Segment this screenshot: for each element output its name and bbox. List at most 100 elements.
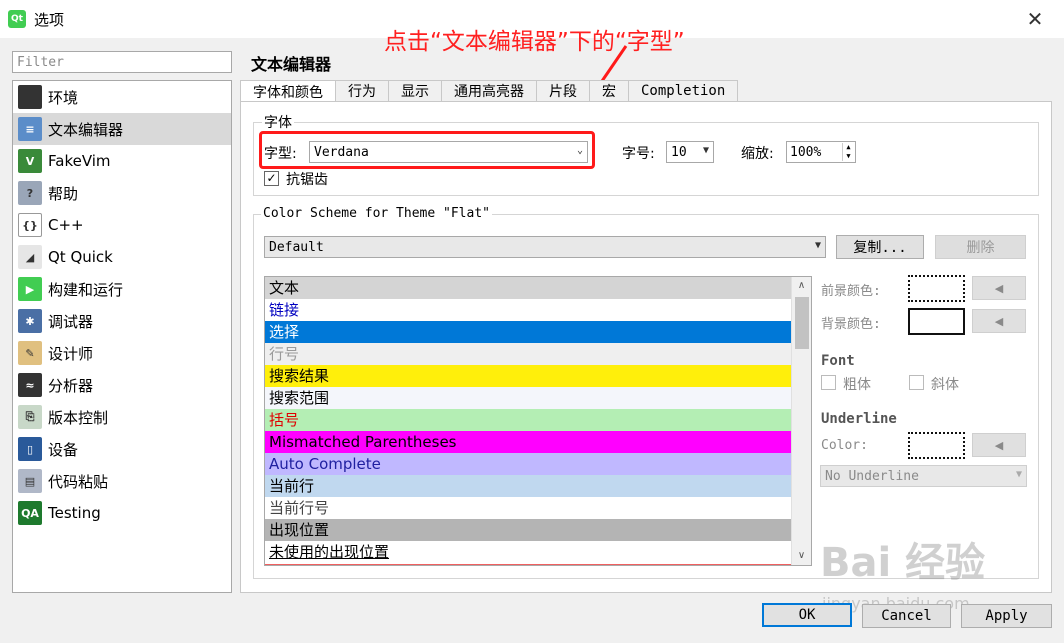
monitor-icon — [18, 85, 42, 109]
tab[interactable]: 字体和颜色 — [240, 80, 336, 103]
underline-heading: Underline — [821, 411, 897, 427]
color-list-item[interactable]: Auto Complete — [265, 453, 791, 475]
color-list-item[interactable]: 链接 — [265, 299, 791, 321]
color-category-list[interactable]: 文本 链接 选择 行号 搜索结果 搜索范围 括号 Mismatched Parentheses… — [264, 276, 812, 566]
foreground-reset-button[interactable]: ◀ — [972, 276, 1026, 300]
font-size-value: 10 — [671, 144, 687, 160]
list-scrollbar[interactable]: ∧ ∨ — [791, 277, 811, 565]
page-title: 文本编辑器 — [251, 55, 332, 74]
fakevim-icon: V — [18, 149, 42, 173]
code-paste-icon: ▤ — [18, 469, 42, 493]
highlight-box — [259, 131, 595, 169]
sidebar-item[interactable]: ✱ 调试器 — [13, 305, 231, 337]
foreground-color-swatch[interactable] — [908, 275, 965, 302]
underline-reset-button[interactable]: ◀ — [972, 433, 1026, 457]
scroll-thumb[interactable] — [795, 297, 809, 349]
zoom-spinbox[interactable]: 100% ▲ ▼ — [786, 141, 856, 163]
font-group-title: 字体 — [262, 112, 294, 132]
sidebar-item[interactable]: ▤ 代码粘贴 — [13, 465, 231, 497]
qt-app-icon: Qt — [8, 10, 26, 28]
underline-style-combo[interactable]: No Underline ▼ — [820, 465, 1027, 487]
category-list: 环境 ≡ 文本编辑器 V FakeVim? 帮助 {} C++ ◢ Qt Quick ▶ 构建和运行 ✱… — [12, 80, 232, 593]
cpp-icon: {} — [18, 213, 42, 237]
bold-label: 粗体 — [843, 377, 871, 393]
sidebar-item[interactable]: {} C++ — [13, 209, 231, 241]
ok-button[interactable]: OK — [762, 603, 852, 627]
filter-input[interactable] — [12, 51, 232, 73]
designer-icon: ✎ — [18, 341, 42, 365]
sidebar-item[interactable]: ◢ Qt Quick — [13, 241, 231, 273]
text-editor-icon: ≡ — [18, 117, 42, 141]
sidebar-item-label: FakeVim — [48, 152, 111, 170]
color-list-item[interactable]: 当前行号 — [265, 497, 791, 519]
qt-quick-icon: ◢ — [18, 245, 42, 269]
zoom-label: 缩放: — [741, 146, 774, 162]
sidebar-item[interactable]: ⎘ 版本控制 — [13, 401, 231, 433]
scroll-up-icon[interactable]: ∧ — [792, 277, 811, 295]
tab[interactable]: 片段 — [537, 80, 590, 102]
color-list-item[interactable]: 选择 — [265, 321, 791, 343]
tab[interactable]: Completion — [629, 80, 739, 102]
font-size-combo[interactable]: 10 ▼ — [666, 141, 714, 163]
sidebar-item-label: 代码粘贴 — [48, 472, 109, 491]
sidebar-item[interactable]: ≡ 文本编辑器 — [13, 113, 231, 145]
sidebar-item-label: 文本编辑器 — [48, 120, 124, 139]
sidebar-item[interactable]: QA Testing — [13, 497, 231, 529]
color-list-item[interactable]: 括号 — [265, 409, 791, 431]
color-list-item[interactable]: 文本 — [265, 277, 791, 299]
italic-label: 斜体 — [931, 377, 959, 393]
color-list-item[interactable]: 搜索结果 — [265, 365, 791, 387]
antialias-checkbox[interactable]: ✓ — [264, 171, 279, 186]
sidebar-item[interactable]: ▯ 设备 — [13, 433, 231, 465]
tab[interactable]: 显示 — [389, 80, 442, 102]
sidebar-item[interactable]: ? 帮助 — [13, 177, 231, 209]
sidebar-item-label: 调试器 — [48, 312, 94, 331]
background-color-swatch[interactable] — [908, 308, 965, 335]
sidebar-item-label: 设备 — [48, 440, 79, 459]
bold-checkbox[interactable] — [821, 375, 836, 390]
copy-scheme-button[interactable]: 复制... — [836, 235, 924, 259]
scroll-down-icon[interactable]: ∨ — [792, 547, 811, 565]
font-heading: Font — [821, 353, 855, 369]
underline-style-value: No Underline — [825, 468, 919, 484]
color-list-item[interactable]: 出现位置 — [265, 519, 791, 541]
tab-bar: 字体和颜色 行为 显示 通用高亮器 片段宏 Completion — [240, 80, 739, 103]
sidebar-item-label: Qt Quick — [48, 248, 113, 266]
italic-checkbox[interactable] — [909, 375, 924, 390]
close-icon[interactable]: ✕ — [1024, 8, 1046, 30]
color-list-item[interactable]: Mismatched Parentheses — [265, 431, 791, 453]
sidebar-item[interactable]: ▶ 构建和运行 — [13, 273, 231, 305]
sidebar-item-label: C++ — [48, 216, 84, 234]
color-scheme-title: Color Scheme for Theme "Flat" — [261, 206, 492, 221]
baidu-watermark: Bai 经验 — [820, 540, 986, 586]
tab[interactable]: 宏 — [590, 80, 629, 102]
sidebar-item[interactable]: V FakeVim — [13, 145, 231, 177]
underline-color-swatch[interactable] — [908, 432, 965, 459]
foreground-color-label: 前景颜色: — [821, 284, 881, 299]
color-list-item[interactable]: 未使用的出现位置 — [265, 541, 791, 563]
background-reset-button[interactable]: ◀ — [972, 309, 1026, 333]
dropdown-triangle-icon: ▼ — [702, 145, 709, 156]
spin-arrows-icon[interactable]: ▲ ▼ — [842, 143, 854, 161]
build-run-icon: ▶ — [18, 277, 42, 301]
delete-scheme-button[interactable]: 删除 — [935, 235, 1026, 259]
sidebar-item-label: 帮助 — [48, 184, 79, 203]
sidebar-item[interactable]: ✎ 设计师 — [13, 337, 231, 369]
font-size-label: 字号: — [622, 146, 655, 162]
sidebar-item[interactable]: ≈ 分析器 — [13, 369, 231, 401]
tab[interactable]: 通用高亮器 — [442, 80, 537, 102]
color-list-item[interactable]: 搜索范围 — [265, 387, 791, 409]
help-icon: ? — [18, 181, 42, 205]
sidebar-item-label: Testing — [48, 504, 101, 522]
apply-button[interactable]: Apply — [961, 604, 1052, 628]
tab[interactable]: 行为 — [336, 80, 389, 102]
color-list-item[interactable]: 行号 — [265, 343, 791, 365]
sidebar-item[interactable]: 环境 — [13, 81, 231, 113]
sidebar-item-label: 环境 — [48, 88, 79, 107]
color-scheme-combo[interactable]: Default ▼ — [264, 236, 826, 258]
sidebar-item-label: 构建和运行 — [48, 280, 124, 299]
cancel-button[interactable]: Cancel — [862, 604, 951, 628]
underline-color-label: Color: — [821, 438, 868, 453]
color-list-item[interactable]: 当前行 — [265, 475, 791, 497]
dropdown-triangle-icon: ▼ — [814, 240, 821, 251]
